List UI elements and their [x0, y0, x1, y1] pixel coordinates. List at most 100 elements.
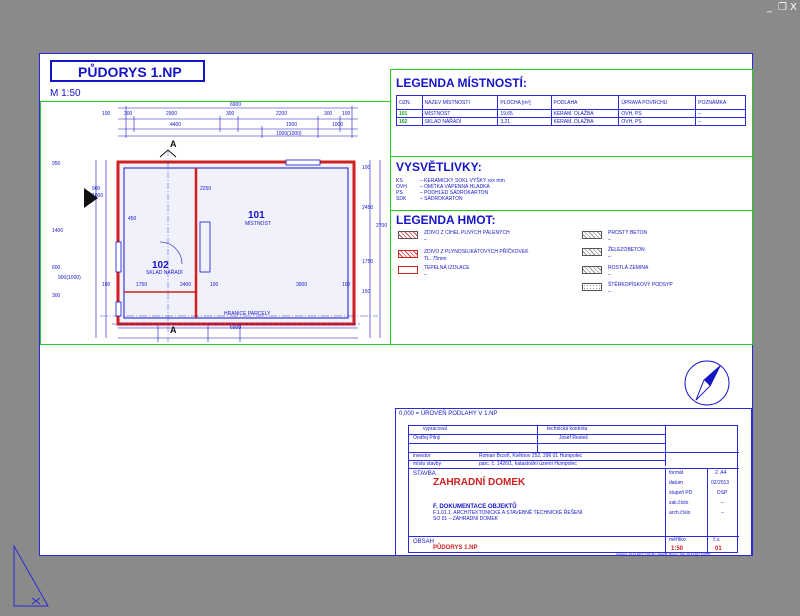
dim-second: 1500: [286, 122, 298, 128]
format-label: formát: [669, 470, 684, 476]
window: [115, 241, 122, 273]
material-label: ŽELEZOBETON: [608, 247, 645, 253]
material-swatch: [582, 248, 602, 256]
material-swatch: [398, 266, 418, 274]
dim-top: 100: [102, 111, 111, 117]
window: [285, 159, 321, 166]
dim-right: 100: [362, 165, 371, 171]
obsah-label: OBSAH: [413, 539, 435, 545]
material-sub: –: [608, 237, 611, 243]
dim-second: 4400: [170, 122, 182, 128]
dim-inner: 900: [92, 186, 101, 192]
datum-value: 02/2013: [711, 480, 730, 486]
datum-label: datum: [669, 480, 683, 486]
boundary-label: HRANICE PARCELY: [224, 311, 271, 317]
material-sub: –: [608, 289, 611, 295]
material-sub: TL. 75mm: [424, 256, 447, 262]
list-item: SDK – SÁDROKARTON: [396, 196, 463, 202]
dim-inner: 2250: [200, 186, 212, 192]
misto-value: parc. č. 1426/1, katastrální území Humpo…: [479, 461, 577, 467]
legend-materials-title: LEGENDA HMOT:: [396, 213, 496, 227]
viewport-line: [40, 344, 754, 345]
material-swatch: [582, 283, 602, 291]
material-label: ZDIVO Z CIHEL PLNÝCH PÁLENÝCH: [424, 230, 510, 236]
material-label: TEPELNÁ IZOLACE: [424, 265, 470, 271]
material-label: ZDIVO Z PLYNOSILIKÁTOVÝCH PŘÍČKOVEK: [424, 249, 529, 255]
material-label: ŠTĚRKOPÍSKOVÝ PODSYP: [608, 282, 673, 288]
dim-bottom: 100: [342, 282, 351, 288]
dim-overall: 6900: [230, 102, 242, 108]
drawing-sheet[interactable]: PŮDORYS 1.NP M 1:50 6900 100 300 2900 30…: [39, 53, 754, 556]
material-sub: –: [424, 272, 427, 278]
stupen-value: DSP: [717, 490, 728, 496]
cv-label: č.v.: [713, 537, 721, 543]
minimize-button[interactable]: _: [767, 2, 772, 14]
drawing-scale: M 1:50: [50, 88, 81, 99]
dim-bottom-total: 6900: [230, 325, 242, 331]
ucs-icon: [13, 544, 49, 607]
dim-top: 2900: [166, 111, 178, 117]
close-button[interactable]: X: [790, 2, 797, 14]
col-header: PODLAHA: [550, 95, 620, 110]
material-swatch: [582, 231, 602, 239]
table-header-row: OZN. NÁZEV MÍSTNOSTI PLOCHA [m²] PODLAHA…: [396, 95, 746, 110]
footer-note: Uloženo: 19.11.2017 7:04:49 / Vlastník: …: [616, 552, 711, 556]
vypracoval-value: Ondřej Pilný: [413, 435, 441, 441]
cv-value: 01: [715, 546, 722, 552]
kontrola-label: technická kontrola: [547, 426, 588, 432]
col-header: POZNÁMKA: [695, 95, 746, 110]
level-note: 0,000 = ÚROVEŇ PODLAHY V 1.NP: [399, 411, 498, 417]
dim-bottom: 2400: [180, 282, 192, 288]
restore-button[interactable]: ❐: [778, 2, 787, 14]
dim-left: 600: [52, 265, 61, 271]
room-name-102: SKLAD NÁŘADÍ: [146, 270, 183, 276]
material-swatch: [582, 266, 602, 274]
dim-right: 1750: [362, 259, 374, 265]
explanations-list: KS – KERAMICKÝ SOKL VÝŠKY xxx mm OVH – OMÍ…: [396, 178, 505, 202]
title-block-inner: vypracoval Ondřej Pilný technická kontro…: [408, 425, 739, 554]
dim-window: 1000(1000): [276, 131, 302, 137]
material-label: PROSTÝ BETON: [608, 230, 648, 236]
zak-label: zak.číslo: [669, 500, 689, 506]
legend-rooms-title: LEGENDA MÍSTNOSTÍ:: [396, 76, 527, 90]
dim-left: 950: [52, 161, 61, 167]
format-value: 2. A4: [715, 470, 727, 476]
viewport-line: [390, 156, 754, 157]
north-arrow-icon: [684, 360, 730, 406]
dim-top: 100: [342, 111, 351, 117]
building-fill: [116, 162, 356, 328]
dim-bottom: 100: [102, 282, 111, 288]
material-sub: –: [608, 272, 611, 278]
material-label: ROSTLÁ ZEMINA: [608, 265, 649, 271]
dim-bottom: 3900: [296, 282, 308, 288]
material-swatch: [398, 231, 418, 239]
misto-label: místo stavby: [413, 461, 442, 467]
material-sub: –: [424, 237, 427, 243]
drawing-title: PŮDORYS 1.NP: [78, 64, 182, 80]
rooms-table: OZN. NÁZEV MÍSTNOSTI PLOCHA [m²] PODLAHA…: [396, 95, 746, 126]
dim-bottom: 100: [210, 282, 219, 288]
dim-right: 150: [362, 289, 371, 295]
col-header: OZN.: [396, 95, 423, 110]
window: [115, 301, 122, 317]
col-header: NÁZEV MÍSTNOSTI: [421, 95, 499, 110]
floor-plan[interactable]: [40, 102, 390, 344]
table-row: 101 MÍSTNOST 19,65 KERAM. DLAŽBA OVH, PS…: [396, 109, 746, 118]
drawing-title-frame: PŮDORYS 1.NP: [50, 60, 205, 82]
vypracoval-label: vypracoval: [423, 426, 447, 432]
dim-left: 300: [52, 293, 61, 299]
section-label-bottom: A: [170, 325, 177, 335]
table-row: 102 SKLAD NÁŘADÍ 3,21 KERAM. DLAŽBA OVH,…: [396, 117, 746, 126]
room-number-101[interactable]: 101: [248, 211, 265, 221]
investor-value: Roman Brzoň, Květnov 252, 396 01 Humpole…: [479, 453, 583, 459]
room-name-101: MÍSTNOST: [245, 221, 271, 227]
viewport-line: [752, 69, 753, 344]
title-block: 0,000 = ÚROVEŇ PODLAHY V 1.NP vypracoval…: [395, 408, 752, 556]
viewport-line: [390, 69, 754, 70]
dim-top: 300: [124, 111, 133, 117]
doc-sub2: SO 01 – ZAHRADNÍ DOMEK: [433, 516, 499, 522]
section-label-top: A: [170, 139, 177, 149]
arch-label: arch.číslo: [669, 510, 691, 516]
dim-bottom: 1750: [136, 282, 148, 288]
obsah-value: PŮDORYS 1.NP: [433, 545, 478, 551]
